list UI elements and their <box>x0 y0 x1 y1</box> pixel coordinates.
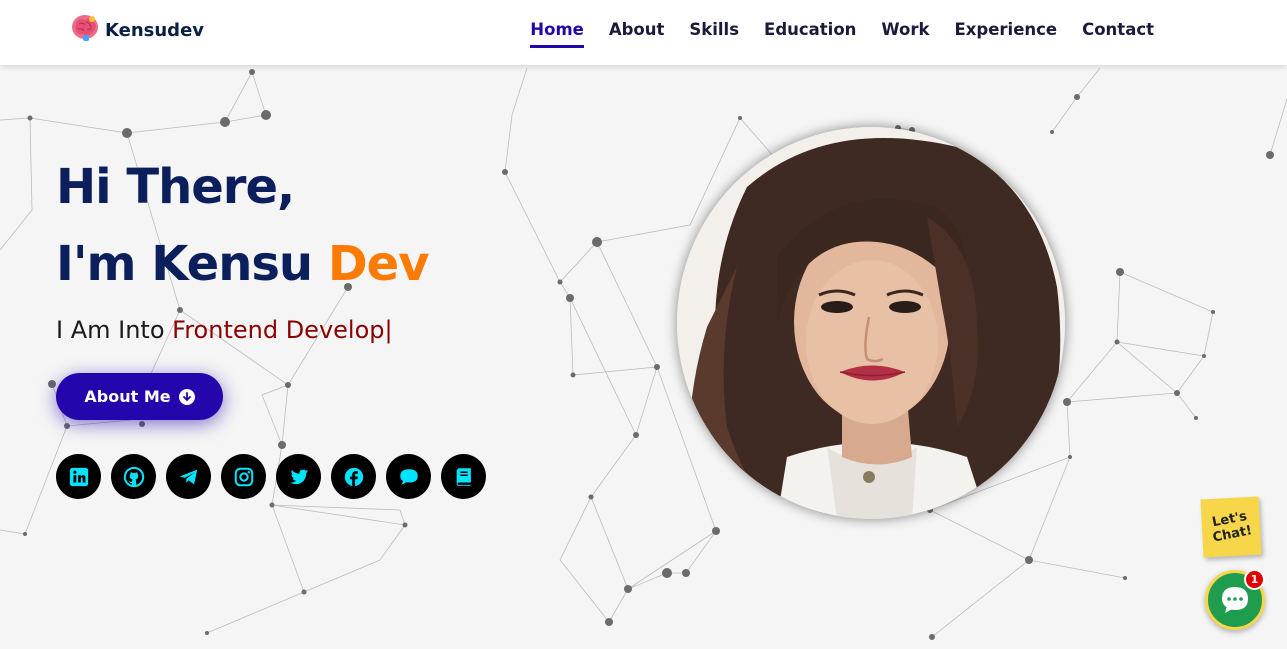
social-links <box>56 454 486 499</box>
twitter-link[interactable] <box>276 454 321 499</box>
lets-chat-label: Let's Chat! <box>1210 508 1254 546</box>
github-icon <box>123 466 144 487</box>
hero-role-typed: Frontend Develop <box>172 316 385 344</box>
linkedin-link[interactable] <box>56 454 101 499</box>
github-link[interactable] <box>111 454 156 499</box>
profile-photo <box>677 127 1065 519</box>
nav-link-contact[interactable]: Contact <box>1082 20 1154 48</box>
main-nav: Home About Skills Education Work Experie… <box>530 20 1154 48</box>
telegram-link[interactable] <box>166 454 211 499</box>
hero-name: I'm Kensu Dev <box>56 224 429 304</box>
nav-link-about[interactable]: About <box>609 20 665 48</box>
typing-cursor: | <box>384 316 393 344</box>
nav-link-skills[interactable]: Skills <box>689 20 739 48</box>
nav-link-experience[interactable]: Experience <box>954 20 1057 48</box>
chat-icon <box>399 468 418 485</box>
hero-role-line: I Am Into Frontend Develop| <box>56 310 429 350</box>
brand-name: Kensudev <box>105 20 205 41</box>
brain-icon <box>72 15 98 41</box>
hero-role-prefix: I Am Into <box>56 316 173 344</box>
profile-portrait-image <box>677 127 1065 519</box>
about-me-button[interactable]: About Me <box>56 373 223 420</box>
hero-name-accent: Dev <box>327 236 430 292</box>
brand-link[interactable]: Kensudev <box>70 13 204 43</box>
about-me-button-label: About Me <box>84 387 171 406</box>
chat-bubble-icon <box>1222 587 1248 613</box>
arrow-down-circle-icon <box>178 388 195 405</box>
instagram-link[interactable] <box>221 454 266 499</box>
book-icon <box>456 467 471 486</box>
hero-greeting: Hi There, <box>56 159 295 215</box>
facebook-icon <box>344 467 363 486</box>
instagram-icon <box>234 467 253 486</box>
nav-link-home[interactable]: Home <box>530 20 584 48</box>
nav-link-education[interactable]: Education <box>764 20 856 48</box>
facebook-link[interactable] <box>331 454 376 499</box>
lets-chat-note[interactable]: Let's Chat! <box>1200 496 1262 558</box>
telegram-icon <box>179 469 197 484</box>
twitter-icon <box>289 469 308 484</box>
hero-name-prefix: I'm Kensu <box>56 236 328 292</box>
linkedin-icon <box>69 467 88 486</box>
hero-intro: Hi There, I'm Kensu Dev I Am Into Fronte… <box>56 150 429 350</box>
nav-link-work[interactable]: Work <box>881 20 929 48</box>
blog-link[interactable] <box>441 454 486 499</box>
chat-unread-badge: 1 <box>1244 569 1265 590</box>
navbar: Kensudev Home About Skills Education Wor… <box>0 0 1287 65</box>
chat-link[interactable] <box>386 454 431 499</box>
